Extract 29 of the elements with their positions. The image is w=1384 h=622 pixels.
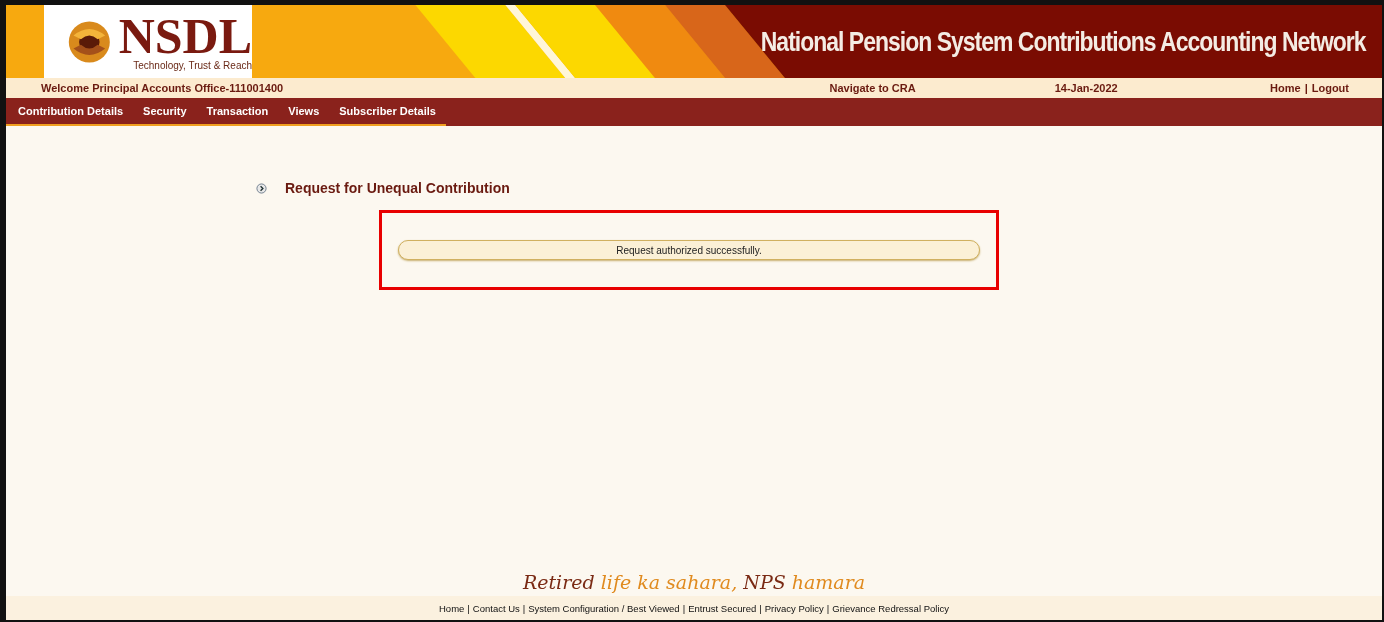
footer-link[interactable]: Contact Us [472, 602, 520, 614]
logo-tagline: Technology, Trust & Reach [133, 60, 252, 71]
site-title: National Pension System Contributions Accounting Network [761, 25, 1366, 58]
separator: | [682, 602, 686, 614]
footer-link[interactable]: System Configuration / Best Viewed [528, 602, 680, 614]
navigate-link[interactable]: Navigate to CRA [829, 82, 1055, 94]
success-message: Request authorized successfully. [398, 240, 980, 260]
separator: | [1304, 82, 1308, 94]
footer-link[interactable]: Privacy Policy [764, 602, 824, 614]
separator: | [522, 602, 526, 614]
menu-item[interactable]: Contribution Details [6, 105, 134, 117]
logo-wordmark: NSDL [118, 12, 252, 60]
header-link[interactable]: Home [1270, 82, 1301, 94]
page-title: Request for Unequal Contribution [285, 180, 510, 196]
separator: | [826, 602, 830, 614]
slogan: Retired life ka sahara, NPS hamara [521, 570, 867, 595]
welcome-text: Welcome Principal Accounts Office-111001400 [41, 82, 285, 94]
menu-item[interactable]: Transaction [196, 105, 279, 117]
menu-item[interactable]: Subscriber Details [329, 105, 446, 117]
footer-link[interactable]: Entrust Secured [688, 602, 757, 614]
arrow-bullet-icon [256, 182, 267, 194]
menu-item[interactable]: Security [133, 105, 197, 117]
date-text: 14-Jan-2022 [1054, 82, 1119, 94]
footer-link[interactable]: Home [439, 602, 465, 614]
separator: | [467, 602, 470, 614]
separator: | [759, 602, 762, 614]
footer-link[interactable]: Grievance Redressal Policy [832, 602, 949, 614]
header-link[interactable]: Logout [1311, 82, 1349, 94]
menu-item[interactable]: Views [278, 105, 330, 117]
